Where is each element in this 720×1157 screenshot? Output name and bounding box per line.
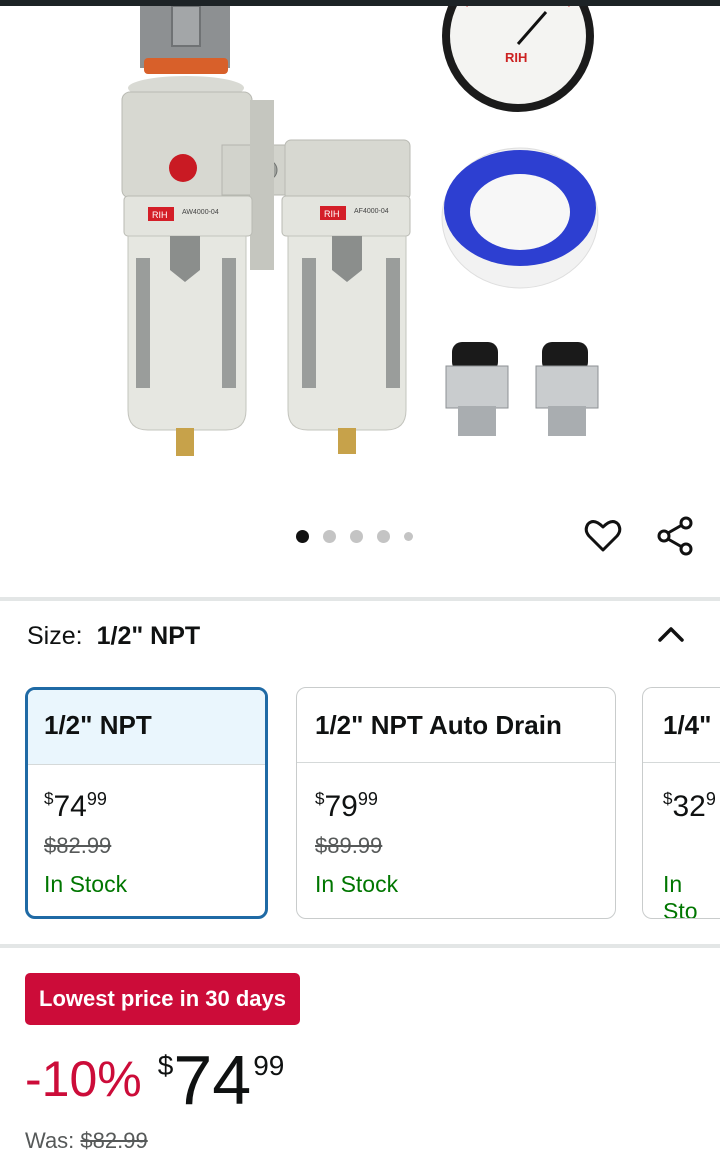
option-price: $7999	[315, 789, 378, 823]
page-dot[interactable]	[377, 529, 390, 543]
option-list-price: $82.99	[44, 833, 112, 858]
right-label-brand: RIH	[324, 209, 340, 219]
gauge-brand: RIH	[505, 50, 527, 65]
size-option-card[interactable]: 1/2" NPT Auto Drain $7999 $89.99 In Stoc…	[296, 687, 616, 919]
was-label: Was:	[25, 1128, 75, 1153]
option-price: $7499	[44, 789, 107, 823]
page-dot[interactable]	[404, 531, 413, 541]
page-dot[interactable]	[350, 529, 363, 543]
option-list-price	[663, 833, 720, 859]
size-option-card[interactable]: 1/4" $329 In Sto	[642, 687, 720, 919]
left-drain	[176, 428, 194, 456]
product-illustration: RIH AW4000-04 RIH AF4000-04 RIH	[121, 6, 599, 456]
section-divider	[0, 597, 720, 601]
left-label-brand: RIH	[152, 210, 168, 220]
image-pagination[interactable]	[296, 528, 413, 544]
deal-badge: Lowest price in 30 days	[25, 973, 300, 1025]
page-dot[interactable]	[296, 529, 309, 543]
size-value: 1/2" NPT	[96, 622, 201, 650]
size-label: Size:	[27, 622, 83, 650]
option-title: 1/2" NPT Auto Drain	[297, 688, 615, 763]
fitting-left	[445, 342, 509, 436]
option-price: $329	[663, 789, 716, 823]
left-label-model: AW4000-04	[182, 209, 219, 216]
price-currency: $	[157, 1050, 174, 1081]
option-availability: In Stock	[44, 871, 128, 897]
chevron-up-icon	[658, 627, 684, 642]
page-dot[interactable]	[323, 529, 336, 543]
size-option-card[interactable]: 1/2" NPT $7499 $82.99 In Stock	[25, 687, 268, 919]
share-icon	[657, 516, 693, 556]
price-whole: 74	[173, 1041, 252, 1119]
section-divider	[0, 944, 720, 948]
right-drain	[338, 428, 356, 454]
was-price: Was: $82.99	[25, 1128, 148, 1154]
option-list-price: $89.99	[315, 833, 383, 858]
option-title: 1/4"	[643, 688, 720, 763]
price-fraction: 99	[253, 1050, 285, 1081]
heart-icon	[584, 520, 622, 552]
size-selector-header[interactable]: Size: 1/2" NPT	[27, 622, 200, 651]
option-availability: In Stock	[315, 871, 399, 897]
collapse-button[interactable]	[654, 618, 688, 648]
was-amount: $82.99	[80, 1128, 148, 1153]
product-image[interactable]: RIH AW4000-04 RIH AF4000-04 RIH	[0, 6, 720, 506]
right-label-model: AF4000-04	[354, 208, 389, 215]
favorite-button[interactable]	[581, 514, 625, 558]
share-button[interactable]	[653, 514, 697, 558]
option-availability: In Sto	[663, 871, 698, 919]
fitting-right	[535, 342, 599, 436]
red-port	[169, 154, 197, 182]
discount-percent: -10%	[25, 1051, 142, 1107]
current-price: -10% $ 74 99	[25, 1040, 284, 1120]
option-title: 1/2" NPT	[28, 690, 265, 765]
